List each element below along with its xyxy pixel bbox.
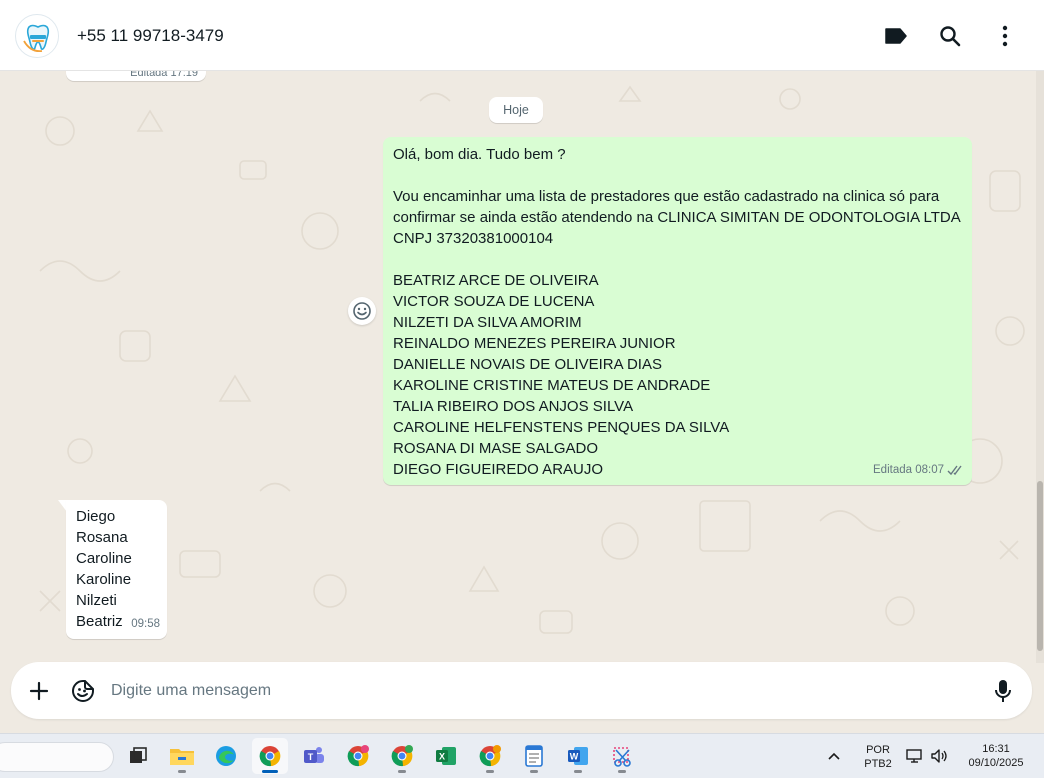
teams-icon[interactable]: T — [296, 738, 332, 774]
windows-taskbar: T X W POR PTB2 16:31 09/10/2025 — [0, 733, 1044, 778]
emoji-react-button[interactable] — [348, 297, 376, 325]
taskbar-search-box[interactable] — [0, 742, 114, 772]
excel-icon[interactable]: X — [428, 738, 464, 774]
network-icon[interactable] — [904, 738, 926, 774]
previous-message-bubble[interactable]: Editada 17:19 — [66, 71, 206, 81]
chrome-profile-icon[interactable] — [384, 738, 420, 774]
clock-time: 16:31 — [982, 743, 1010, 755]
contact-avatar[interactable] — [15, 14, 59, 58]
message-line: VICTOR SOUZA DE LUCENA — [393, 293, 595, 310]
message-line: Vou encaminhar uma lista de prestadores … — [393, 188, 940, 205]
svg-text:W: W — [570, 752, 579, 762]
chat-area[interactable]: Editada 17:19 Hoje Olá, bom dia. Tudo be… — [0, 71, 1036, 663]
message-line: Caroline — [76, 550, 132, 567]
input-language-indicator[interactable]: POR PTB2 — [858, 743, 898, 771]
message-line: ROSANA DI MASE SALGADO — [393, 440, 599, 457]
message-line: NILZETI DA SILVA AMORIM — [393, 314, 582, 331]
message-line: DANIELLE NOVAIS DE OLIVEIRA DIAS — [393, 356, 662, 373]
chrome-profile-icon[interactable] — [472, 738, 508, 774]
chat-header: +55 11 99718-3479 — [0, 0, 1044, 71]
task-view-icon[interactable] — [120, 738, 156, 774]
clock-date: 09/10/2025 — [968, 757, 1024, 769]
scrollbar-thumb[interactable] — [1037, 481, 1043, 651]
plus-icon[interactable] — [24, 676, 54, 706]
chat-scrollbar[interactable] — [1036, 71, 1044, 663]
svg-text:T: T — [308, 752, 314, 762]
microphone-icon[interactable] — [988, 676, 1018, 706]
incoming-message-bubble[interactable]: Diego Rosana Caroline Karoline Nilzeti B… — [66, 500, 167, 639]
volume-icon[interactable] — [928, 738, 950, 774]
message-line: TALIA RIBEIRO DOS ANJOS SILVA — [393, 398, 634, 415]
message-line: Diego — [76, 508, 116, 525]
message-edited-time: Editada 08:07 — [873, 464, 944, 476]
chevron-up-icon[interactable] — [822, 738, 846, 774]
chrome-profile-icon[interactable] — [340, 738, 376, 774]
message-line: BEATRIZ ARCE DE OLIVEIRA — [393, 272, 599, 289]
edge-icon[interactable] — [208, 738, 244, 774]
notepad-icon[interactable] — [516, 738, 552, 774]
message-line: confirmar se ainda estão atendendo na CL… — [393, 209, 961, 226]
date-divider: Hoje — [489, 97, 543, 123]
message-line: Rosana — [76, 529, 128, 546]
message-line: REINALDO MENEZES PEREIRA JUNIOR — [393, 335, 676, 352]
sticker-icon[interactable] — [68, 676, 98, 706]
message-composer — [11, 662, 1032, 719]
outgoing-message-meta: Editada 08:07 — [873, 460, 964, 481]
word-icon[interactable]: W — [560, 738, 596, 774]
message-line: Karoline — [76, 571, 132, 588]
message-line: KAROLINE CRISTINE MATEUS DE ANDRADE — [393, 377, 711, 394]
contact-name[interactable]: +55 11 99718-3479 — [77, 26, 224, 46]
message-line: Olá, bom dia. Tudo bem ? — [393, 146, 566, 163]
chrome-icon[interactable] — [252, 738, 288, 774]
incoming-message-time: 09:58 — [131, 618, 160, 630]
clock[interactable]: 16:31 09/10/2025 — [958, 742, 1034, 770]
double-check-icon — [947, 465, 962, 476]
file-explorer-icon[interactable] — [164, 738, 200, 774]
snipping-tool-icon[interactable] — [604, 738, 640, 774]
message-line: Nilzeti — [76, 592, 117, 609]
svg-text:X: X — [439, 752, 445, 762]
message-line: CNPJ 37320381000104 — [393, 230, 554, 247]
emoji-icon — [353, 302, 371, 320]
more-vertical-icon[interactable] — [991, 22, 1019, 50]
message-input[interactable] — [111, 679, 971, 703]
tag-icon[interactable] — [882, 22, 910, 50]
language-code: POR — [866, 744, 890, 756]
message-line: CAROLINE HELFENSTENS PENQUES DA SILVA — [393, 419, 730, 436]
previous-message-meta: Editada 17:19 — [130, 71, 198, 79]
search-icon[interactable] — [936, 22, 964, 50]
outgoing-message-bubble[interactable]: Olá, bom dia. Tudo bem ? Vou encaminhar … — [383, 137, 972, 485]
keyboard-layout: PTB2 — [864, 758, 892, 770]
